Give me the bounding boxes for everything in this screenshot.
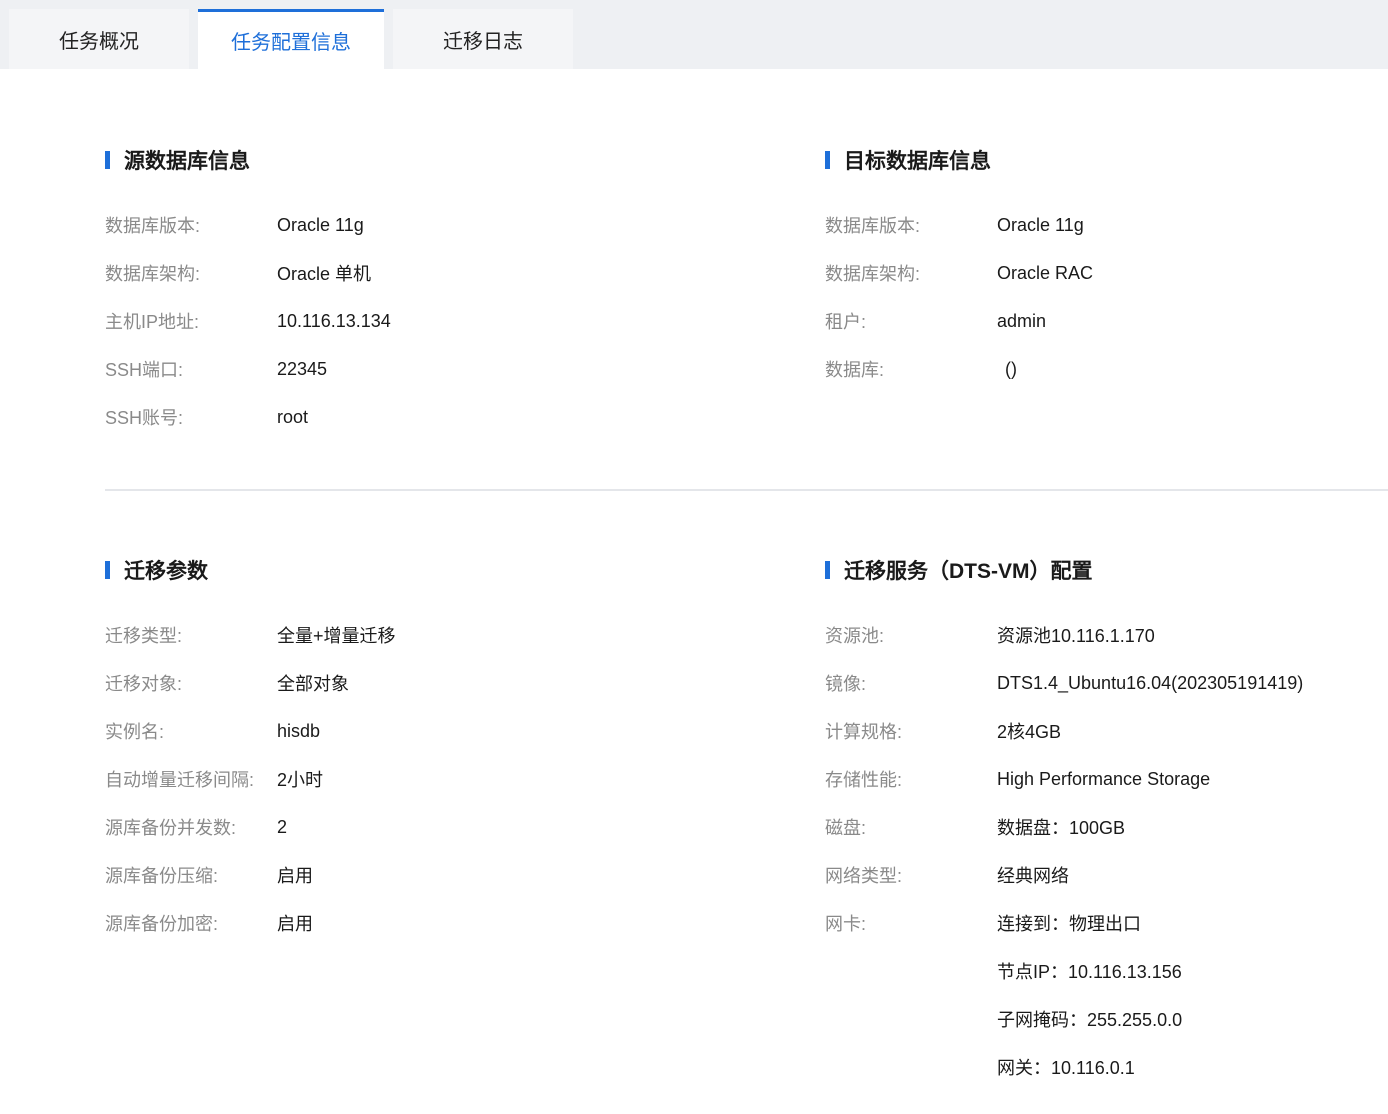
- field-label: 数据库版本:: [825, 216, 921, 236]
- field-value: 数据盘：100GB: [997, 818, 1126, 838]
- title-accent-bar: [105, 561, 110, 579]
- field-value: admin: [997, 310, 1047, 331]
- tab-task-config[interactable]: 任务配置信息: [198, 9, 384, 69]
- field-label: 源库备份并发数:: [105, 818, 237, 838]
- field-value: 子网掩码：255.255.0.0: [997, 1010, 1183, 1030]
- migration-params-title: 迁移参数: [124, 560, 208, 583]
- info-row: 资源池: 资源池10.116.1.170: [825, 622, 1155, 648]
- info-row: 网卡: 连接到：物理出口: [825, 910, 1141, 936]
- title-accent-bar: [825, 561, 830, 579]
- field-value: 节点IP：10.116.13.156: [997, 962, 1182, 982]
- source-db-title: 源数据库信息: [124, 150, 250, 173]
- tab-migration-log[interactable]: 迁移日志: [393, 9, 573, 69]
- info-row: 存储性能: High Performance Storage: [825, 766, 1210, 792]
- field-label: 实例名:: [105, 722, 165, 742]
- section-title: 迁移服务（DTS-VM）配置: [825, 558, 1093, 583]
- section-title: 迁移参数: [105, 558, 208, 583]
- field-value: 网关：10.116.0.1: [997, 1058, 1135, 1078]
- field-value: 资源池10.116.1.170: [997, 626, 1155, 646]
- field-value: hisdb: [277, 720, 321, 741]
- title-accent-bar: [105, 151, 110, 169]
- field-label: 存储性能:: [825, 770, 903, 790]
- info-row: 数据库架构: Oracle RAC: [825, 260, 1093, 286]
- field-value: 经典网络: [997, 866, 1069, 886]
- info-row: SSH端口: 22345: [105, 356, 327, 382]
- field-value: root: [277, 406, 309, 427]
- info-row: 网络类型: 经典网络: [825, 862, 1069, 888]
- field-label: 镜像:: [825, 674, 867, 694]
- field-value: DTS1.4_Ubuntu16.04(202305191419): [997, 672, 1304, 693]
- info-row: 数据库: (): [825, 356, 1017, 382]
- field-value: 2小时: [277, 770, 324, 790]
- field-label: 租户:: [825, 312, 867, 332]
- section-title: 目标数据库信息: [825, 148, 991, 173]
- field-label: 自动增量迁移间隔:: [105, 770, 255, 790]
- field-value: Oracle RAC: [997, 262, 1094, 283]
- tab-task-overview[interactable]: 任务概况: [9, 9, 189, 69]
- field-value: 10.116.13.134: [277, 310, 391, 331]
- field-value: 启用: [277, 866, 313, 886]
- info-row: 实例名: hisdb: [105, 718, 320, 744]
- info-row: 计算规格: 2核4GB: [825, 718, 1061, 744]
- field-label: 迁移对象:: [105, 674, 183, 694]
- config-panel: 源数据库信息 数据库版本: Oracle 11g 数据库架构: Oracle 单…: [9, 69, 1388, 1114]
- info-row: SSH账号: root: [105, 404, 308, 430]
- section-divider: [105, 489, 1388, 491]
- info-row: 网关：10.116.0.1: [825, 1054, 1135, 1080]
- info-row: 子网掩码：255.255.0.0: [825, 1006, 1182, 1032]
- info-row: 镜像: DTS1.4_Ubuntu16.04(202305191419): [825, 670, 1303, 696]
- field-value: (): [1005, 358, 1017, 379]
- field-label: 源库备份加密:: [105, 914, 219, 934]
- field-label: 数据库版本:: [105, 216, 201, 236]
- field-value: 启用: [277, 914, 313, 934]
- field-label: 网卡:: [825, 914, 867, 934]
- field-value: 全量+增量迁移: [277, 626, 396, 646]
- field-value: 2核4GB: [997, 722, 1062, 742]
- dts-service-title: 迁移服务（DTS-VM）配置: [844, 560, 1093, 583]
- field-label: 数据库架构:: [825, 264, 921, 284]
- info-row: 源库备份加密: 启用: [105, 910, 313, 936]
- info-row: 迁移类型: 全量+增量迁移: [105, 622, 396, 648]
- field-value: 全部对象: [277, 674, 349, 694]
- field-value: 连接到：物理出口: [997, 914, 1141, 934]
- info-row: 源库备份压缩: 启用: [105, 862, 313, 888]
- field-value: Oracle 11g: [997, 214, 1084, 235]
- field-value: 22345: [277, 358, 328, 379]
- info-row: 磁盘: 数据盘：100GB: [825, 814, 1125, 840]
- info-row: 数据库架构: Oracle 单机: [105, 260, 371, 286]
- field-label: 数据库架构:: [105, 264, 201, 284]
- section-title: 源数据库信息: [105, 148, 250, 173]
- field-value: Oracle 11g: [277, 214, 364, 235]
- field-label: 迁移类型:: [105, 626, 183, 646]
- info-row: 节点IP：10.116.13.156: [825, 958, 1182, 984]
- field-value: High Performance Storage: [997, 768, 1211, 789]
- field-label: 网络类型:: [825, 866, 903, 886]
- field-label: 资源池:: [825, 626, 885, 646]
- field-label: 源库备份压缩:: [105, 866, 219, 886]
- field-label: 主机IP地址:: [105, 312, 200, 332]
- field-label: SSH端口:: [105, 360, 184, 380]
- tab-bar: 任务概况 任务配置信息 迁移日志: [0, 0, 1388, 69]
- info-row: 迁移对象: 全部对象: [105, 670, 349, 696]
- target-db-title: 目标数据库信息: [844, 150, 991, 173]
- field-label: SSH账号:: [105, 408, 184, 428]
- field-label: 计算规格:: [825, 722, 903, 742]
- info-row: 源库备份并发数: 2: [105, 814, 287, 840]
- title-accent-bar: [825, 151, 830, 169]
- info-row: 数据库版本: Oracle 11g: [825, 212, 1084, 238]
- info-row: 数据库版本: Oracle 11g: [105, 212, 364, 238]
- info-row: 主机IP地址: 10.116.13.134: [105, 308, 391, 334]
- field-value: Oracle 单机: [277, 264, 372, 284]
- field-value: 2: [277, 816, 288, 837]
- field-label: 数据库:: [825, 360, 885, 380]
- info-row: 自动增量迁移间隔: 2小时: [105, 766, 323, 792]
- field-label: 磁盘:: [825, 818, 867, 838]
- info-row: 租户: admin: [825, 308, 1046, 334]
